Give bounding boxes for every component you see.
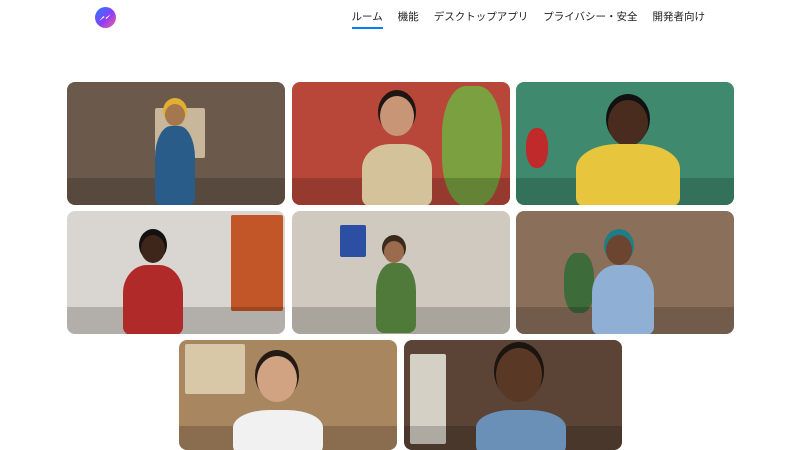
participant-head	[141, 235, 165, 263]
participant-body	[576, 144, 680, 205]
video-tile-1	[67, 82, 285, 205]
painting-shape	[231, 215, 283, 311]
participant-body	[233, 410, 323, 450]
video-tile-6	[516, 211, 734, 334]
participant-head	[606, 235, 632, 265]
participant-body	[592, 265, 654, 334]
nav-privacy-safety[interactable]: プライバシー・安全	[543, 10, 637, 29]
participant-body	[376, 263, 416, 333]
participant-head	[380, 96, 414, 136]
messenger-logo-icon[interactable]	[95, 7, 116, 28]
participant-head	[496, 348, 542, 402]
video-tile-8	[404, 340, 622, 450]
video-tile-4	[67, 211, 285, 334]
participant-head	[608, 100, 648, 146]
nav-developers[interactable]: 開発者向け	[653, 10, 706, 29]
painting-shape	[340, 225, 366, 257]
participant-body	[476, 410, 566, 450]
guitar-shape	[526, 128, 548, 168]
video-tile-3	[516, 82, 734, 205]
participant-head	[257, 356, 297, 402]
participant-body	[362, 144, 432, 205]
plant-shape	[564, 253, 594, 313]
video-tile-7	[179, 340, 397, 450]
participant-head	[384, 241, 404, 263]
participant-body	[155, 126, 195, 205]
participant-body	[123, 265, 183, 334]
kitchen-cabinet-shape	[185, 344, 245, 394]
nav-rooms[interactable]: ルーム	[351, 10, 383, 29]
video-tile-5	[292, 211, 510, 334]
participant-head	[165, 104, 185, 126]
nav-features[interactable]: 機能	[398, 10, 419, 29]
video-tile-2	[292, 82, 510, 205]
top-nav: ルーム 機能 デスクトップアプリ プライバシー・安全 開発者向け	[351, 10, 706, 29]
nav-desktop-app[interactable]: デスクトップアプリ	[434, 10, 529, 29]
